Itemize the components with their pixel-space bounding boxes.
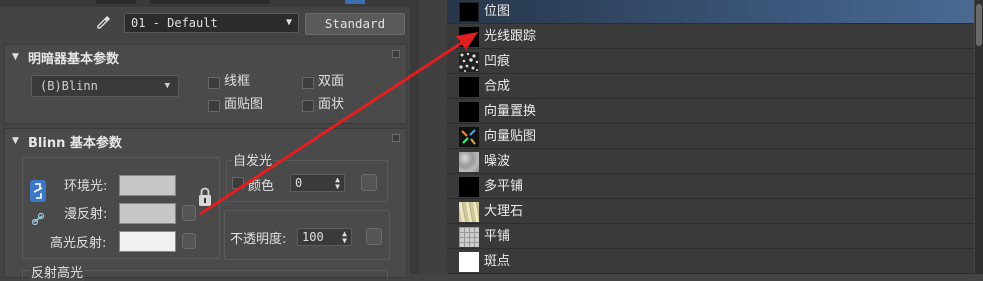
- list-item[interactable]: 向量贴图: [447, 125, 974, 149]
- faceted-label: 面状: [318, 97, 345, 112]
- lock-icon[interactable]: [196, 186, 214, 208]
- white-thumb-icon: [459, 252, 479, 272]
- reflect-highlight-title: 反射高光: [30, 262, 85, 281]
- list-item[interactable]: 噪波: [447, 150, 974, 174]
- shader-type-value: (B)Blinn: [40, 79, 98, 93]
- self-illum-color-label: 颜色: [248, 179, 275, 194]
- list-item-label: 平铺: [484, 229, 511, 244]
- toolbar-active-icon[interactable]: [345, 0, 365, 4]
- rollout-collapse-icon[interactable]: ▼: [12, 52, 19, 62]
- opacity-spinner[interactable]: 100 ▲ ▼: [297, 228, 352, 246]
- list-item[interactable]: 凹痕: [447, 50, 974, 74]
- list-item-label: 向量置换: [484, 104, 537, 119]
- toolbar-fragment: [96, 0, 136, 4]
- list-item-label: 大理石: [484, 204, 524, 219]
- list-item-label: 斑点: [484, 254, 511, 269]
- list-item[interactable]: 大理石: [447, 200, 974, 224]
- specular-label: 高光反射:: [50, 236, 107, 251]
- list-scrollbar-thumb[interactable]: [976, 4, 982, 46]
- list-item-label: 向量贴图: [484, 129, 537, 144]
- eyedropper-icon[interactable]: [96, 14, 112, 32]
- opacity-label: 不透明度:: [230, 232, 287, 247]
- face-map-checkbox[interactable]: [208, 100, 220, 112]
- spinner-down-icon[interactable]: ▼: [335, 183, 340, 191]
- faceted-checkbox[interactable]: [302, 100, 314, 112]
- list-item[interactable]: 合成: [447, 75, 974, 99]
- shader-type-dropdown[interactable]: (B)Blinn ▼: [31, 75, 179, 97]
- rollout-title[interactable]: 明暗器基本参数: [28, 48, 119, 67]
- panel-gap: [419, 0, 447, 274]
- material-editor-panel: 01 - Default ▼ Standard ▼ 明暗器基本参数 (B)Bli…: [0, 0, 419, 281]
- rollout-collapse-icon[interactable]: ▼: [12, 136, 19, 146]
- self-illum-color-checkbox[interactable]: [232, 177, 244, 189]
- list-item[interactable]: 位图: [447, 0, 974, 24]
- list-item-label: 多平铺: [484, 179, 524, 194]
- opacity-map-button[interactable]: [366, 228, 382, 245]
- opacity-value: 100: [302, 230, 324, 244]
- black-thumb-icon: [459, 177, 479, 197]
- toolbar-fragment: [150, 0, 270, 4]
- wireframe-label: 线框: [224, 74, 251, 89]
- ambient-diffuse-lock-icon[interactable]: [30, 180, 46, 202]
- list-item[interactable]: 平铺: [447, 225, 974, 249]
- list-item[interactable]: 向量置换: [447, 100, 974, 124]
- self-illum-title: 自发光: [232, 150, 274, 169]
- material-type-button[interactable]: Standard: [305, 13, 405, 35]
- two-sided-label: 双面: [318, 74, 345, 89]
- ambient-color-swatch[interactable]: [119, 175, 176, 196]
- black-thumb-icon: [459, 27, 479, 47]
- face-map-label: 面贴图: [224, 97, 264, 112]
- list-item[interactable]: 斑点: [447, 250, 974, 274]
- black-thumb-icon: [459, 102, 479, 122]
- chevron-down-icon: ▼: [285, 17, 292, 28]
- list-item-label: 凹痕: [484, 54, 511, 69]
- list-item-label: 光线跟踪: [484, 29, 537, 44]
- map-browser-list: 位图 光线跟踪 凹痕 合成 向量置换 向量贴图 噪波 多平铺 大理石 平铺 斑点: [447, 0, 974, 274]
- diffuse-color-swatch[interactable]: [119, 203, 176, 224]
- specular-map-button[interactable]: [182, 233, 196, 249]
- self-illum-value: 0: [295, 176, 303, 190]
- diffuse-specular-link-icon[interactable]: [30, 208, 46, 230]
- self-illum-spinner[interactable]: 0 ▲ ▼: [290, 174, 345, 192]
- vector-map-thumb-icon: [459, 127, 479, 147]
- black-thumb-icon: [459, 2, 479, 22]
- list-item-label: 噪波: [484, 154, 511, 169]
- diffuse-label: 漫反射:: [64, 207, 108, 222]
- spinner-down-icon[interactable]: ▼: [342, 237, 347, 245]
- diffuse-map-button[interactable]: [182, 205, 196, 221]
- tiles-thumb-icon: [459, 227, 479, 247]
- specular-color-swatch[interactable]: [119, 231, 176, 252]
- ambient-label: 环境光:: [64, 179, 108, 194]
- left-scrollbar[interactable]: [410, 0, 419, 274]
- material-name-text: 01 - Default: [131, 16, 218, 30]
- list-item-label: 合成: [484, 79, 511, 94]
- list-item[interactable]: 多平铺: [447, 175, 974, 199]
- rollout-title[interactable]: Blinn 基本参数: [28, 132, 122, 151]
- rollout-grip-icon[interactable]: [392, 50, 400, 58]
- rollout-grip-icon[interactable]: [392, 134, 400, 142]
- list-item-label: 位图: [484, 4, 511, 19]
- material-name-dropdown[interactable]: 01 - Default ▼: [124, 13, 299, 33]
- self-illum-map-button[interactable]: [361, 174, 377, 191]
- chevron-down-icon: ▼: [164, 81, 170, 91]
- black-thumb-icon: [459, 77, 479, 97]
- list-item[interactable]: 光线跟踪: [447, 25, 974, 49]
- dent-thumb-icon: [459, 52, 479, 72]
- noise-thumb-icon: [459, 152, 479, 172]
- two-sided-checkbox[interactable]: [302, 77, 314, 89]
- wireframe-checkbox[interactable]: [208, 77, 220, 89]
- marble-thumb-icon: [459, 202, 479, 222]
